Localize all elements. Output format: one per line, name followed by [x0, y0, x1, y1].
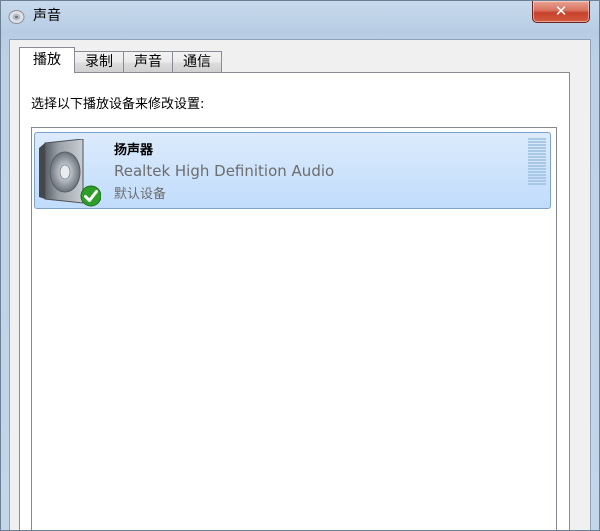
device-description: Realtek High Definition Audio	[114, 162, 335, 180]
speaker-icon	[39, 139, 101, 207]
playback-tab-panel: 选择以下播放设备来修改设置: 扬声器 Realtek High Definiti…	[19, 72, 570, 530]
checkmark-icon	[80, 185, 101, 207]
device-name: 扬声器	[114, 143, 154, 158]
sound-app-icon	[8, 10, 25, 24]
instruction-text: 选择以下播放设备来修改设置:	[31, 97, 205, 112]
sound-dialog-window: 声音 ✕ 播放 录制 声音 通信 选择以下播放设备来修改设置: 扬声器 Real…	[0, 0, 600, 531]
playback-device-list[interactable]: 扬声器 Realtek High Definition Audio 默认设备	[31, 127, 557, 530]
device-item-speakers[interactable]: 扬声器 Realtek High Definition Audio 默认设备	[34, 132, 551, 209]
tab-recording[interactable]: 录制	[74, 51, 124, 73]
tab-sounds[interactable]: 声音	[123, 51, 173, 73]
volume-level-meter	[528, 138, 546, 188]
dialog-client-area: 播放 录制 声音 通信 选择以下播放设备来修改设置: 扬声器 Realtek H…	[9, 39, 591, 530]
tab-playback[interactable]: 播放	[19, 47, 75, 73]
tab-strip: 播放 录制 声音 通信	[19, 47, 222, 73]
device-status: 默认设备	[114, 187, 167, 202]
tab-communications[interactable]: 通信	[172, 51, 222, 73]
window-title: 声音	[33, 8, 61, 24]
title-bar[interactable]: 声音 ✕	[1, 1, 599, 31]
close-button[interactable]: ✕	[532, 1, 590, 23]
